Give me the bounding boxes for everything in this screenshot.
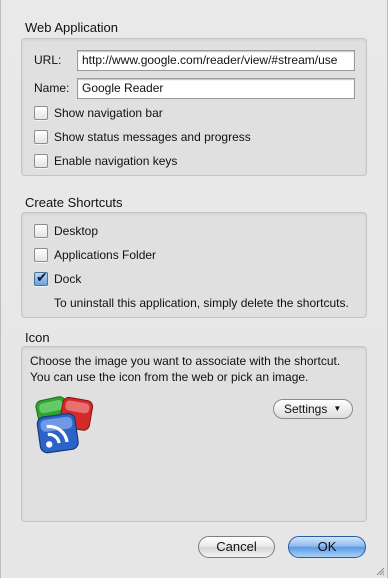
applications-folder-checkbox[interactable]: Applications Folder xyxy=(34,246,156,264)
checkbox-label: Show status messages and progress xyxy=(54,130,251,144)
chevron-down-icon: ▼ xyxy=(333,404,342,413)
checkbox-label: Applications Folder xyxy=(54,248,157,262)
checkbox-label: Show navigation bar xyxy=(54,106,163,120)
checkbox-box[interactable] xyxy=(34,130,48,144)
checkbox-label: Desktop xyxy=(54,224,99,238)
icon-title: Icon xyxy=(25,330,50,345)
desktop-checkbox[interactable]: Desktop xyxy=(34,222,98,240)
name-label: Name: xyxy=(34,81,70,95)
google-reader-icon[interactable] xyxy=(35,393,97,455)
checkbox-box[interactable] xyxy=(34,224,48,238)
checkbox-box[interactable]: ✔ xyxy=(34,270,48,286)
show-navigation-bar-checkbox[interactable]: Show navigation bar xyxy=(34,104,163,122)
uninstall-hint: To uninstall this application, simply de… xyxy=(54,296,349,310)
checkbox-box[interactable] xyxy=(34,106,48,120)
checkbox-box[interactable] xyxy=(34,154,48,168)
cancel-button[interactable]: Cancel xyxy=(198,536,275,558)
url-label: URL: xyxy=(34,53,62,67)
show-status-messages-checkbox[interactable]: Show status messages and progress xyxy=(34,128,251,146)
checkbox-label: Enable navigation keys xyxy=(54,154,178,168)
dock-checkbox[interactable]: ✔ Dock xyxy=(34,270,81,288)
settings-popup-button[interactable]: Settings ▼ xyxy=(273,399,353,419)
checkbox-box[interactable] xyxy=(34,248,48,262)
ok-button[interactable]: OK xyxy=(288,536,366,558)
resize-grip-icon[interactable] xyxy=(375,566,385,576)
url-field[interactable]: http://www.google.com/reader/view/#strea… xyxy=(77,50,355,71)
shortcuts-title: Create Shortcuts xyxy=(25,195,123,210)
web-app-group: URL: http://www.google.com/reader/view/#… xyxy=(21,38,367,176)
web-app-title: Web Application xyxy=(25,20,118,35)
icon-description-line1: Choose the image you want to associate w… xyxy=(30,354,341,368)
settings-label: Settings xyxy=(284,402,328,416)
checkmark-icon: ✔ xyxy=(36,270,48,286)
dialog-sheet: Web Application URL: http://www.google.c… xyxy=(0,0,388,578)
icon-description-line2: You can use the icon from the web or pic… xyxy=(30,370,309,384)
shortcuts-group: Desktop Applications Folder ✔ Dock To un… xyxy=(21,212,367,318)
name-field[interactable]: Google Reader xyxy=(77,78,355,99)
checkbox-label: Dock xyxy=(54,272,82,286)
enable-navigation-keys-checkbox[interactable]: Enable navigation keys xyxy=(34,152,177,170)
